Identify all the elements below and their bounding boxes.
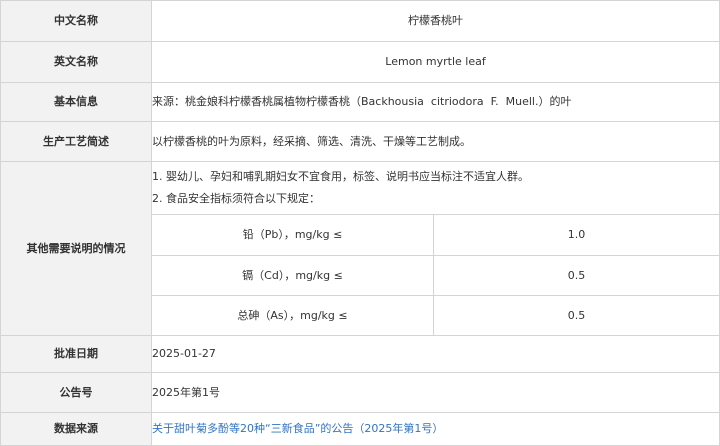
limit-value-arsenic: 0.5	[433, 295, 720, 336]
row-approval-date: 批准日期 2025-01-27	[0, 335, 720, 373]
label-approval-date: 批准日期	[0, 335, 152, 373]
data-source-link[interactable]: 关于甜叶菊多酚等20种“三新食品”的公告（2025年第1号）	[152, 422, 443, 435]
label-data-source: 数据来源	[0, 412, 152, 446]
limit-name-cadmium: 镉（Cd），mg/kg ≤	[151, 255, 434, 296]
value-data-source: 关于甜叶菊多酚等20种“三新食品”的公告（2025年第1号）	[151, 412, 720, 446]
row-data-source: 数据来源 关于甜叶菊多酚等20种“三新食品”的公告（2025年第1号）	[0, 412, 720, 446]
limit-value-lead: 1.0	[433, 214, 720, 256]
label-process: 生产工艺简述	[0, 121, 152, 162]
limit-name-lead: 铅（Pb），mg/kg ≤	[151, 214, 434, 256]
note-safety-indicators: 2. 食品安全指标须符合以下规定：	[152, 192, 320, 205]
row-chinese-name: 中文名称 柠檬香桃叶	[0, 0, 720, 42]
label-basic-info: 基本信息	[0, 82, 152, 122]
row-basic-info: 基本信息 来源：桃金娘科柠檬香桃属植物柠檬香桃（Backhousia citri…	[0, 82, 720, 122]
value-english-name: Lemon myrtle leaf	[151, 41, 720, 83]
label-announcement-no: 公告号	[0, 372, 152, 413]
row-other-notes: 其他需要说明的情况 1. 婴幼儿、孕妇和哺乳期妇女不宜食用，标签、说明书应当标注…	[0, 161, 720, 336]
food-info-table: 中文名称 柠檬香桃叶 英文名称 Lemon myrtle leaf 基本信息 来…	[0, 0, 720, 446]
value-basic-info: 来源：桃金娘科柠檬香桃属植物柠檬香桃（Backhousia citriodora…	[151, 82, 720, 122]
value-process: 以柠檬香桃的叶为原料，经采摘、筛选、清洗、干燥等工艺制成。	[151, 121, 720, 162]
limit-value-cadmium: 0.5	[433, 255, 720, 296]
row-english-name: 英文名称 Lemon myrtle leaf	[0, 41, 720, 83]
row-announcement-no: 公告号 2025年第1号	[0, 372, 720, 413]
label-chinese-name: 中文名称	[0, 0, 152, 42]
note-infant-warning: 1. 婴幼儿、孕妇和哺乳期妇女不宜食用，标签、说明书应当标注不适宜人群。	[152, 170, 529, 183]
limit-name-arsenic: 总砷（As），mg/kg ≤	[151, 295, 434, 336]
label-english-name: 英文名称	[0, 41, 152, 83]
label-other-notes: 其他需要说明的情况	[0, 161, 152, 336]
row-process: 生产工艺简述 以柠檬香桃的叶为原料，经采摘、筛选、清洗、干燥等工艺制成。	[0, 121, 720, 162]
value-chinese-name: 柠檬香桃叶	[151, 0, 720, 42]
value-other-notes: 1. 婴幼儿、孕妇和哺乳期妇女不宜食用，标签、说明书应当标注不适宜人群。 2. …	[151, 161, 720, 215]
value-approval-date: 2025-01-27	[151, 335, 720, 373]
value-announcement-no: 2025年第1号	[151, 372, 720, 413]
